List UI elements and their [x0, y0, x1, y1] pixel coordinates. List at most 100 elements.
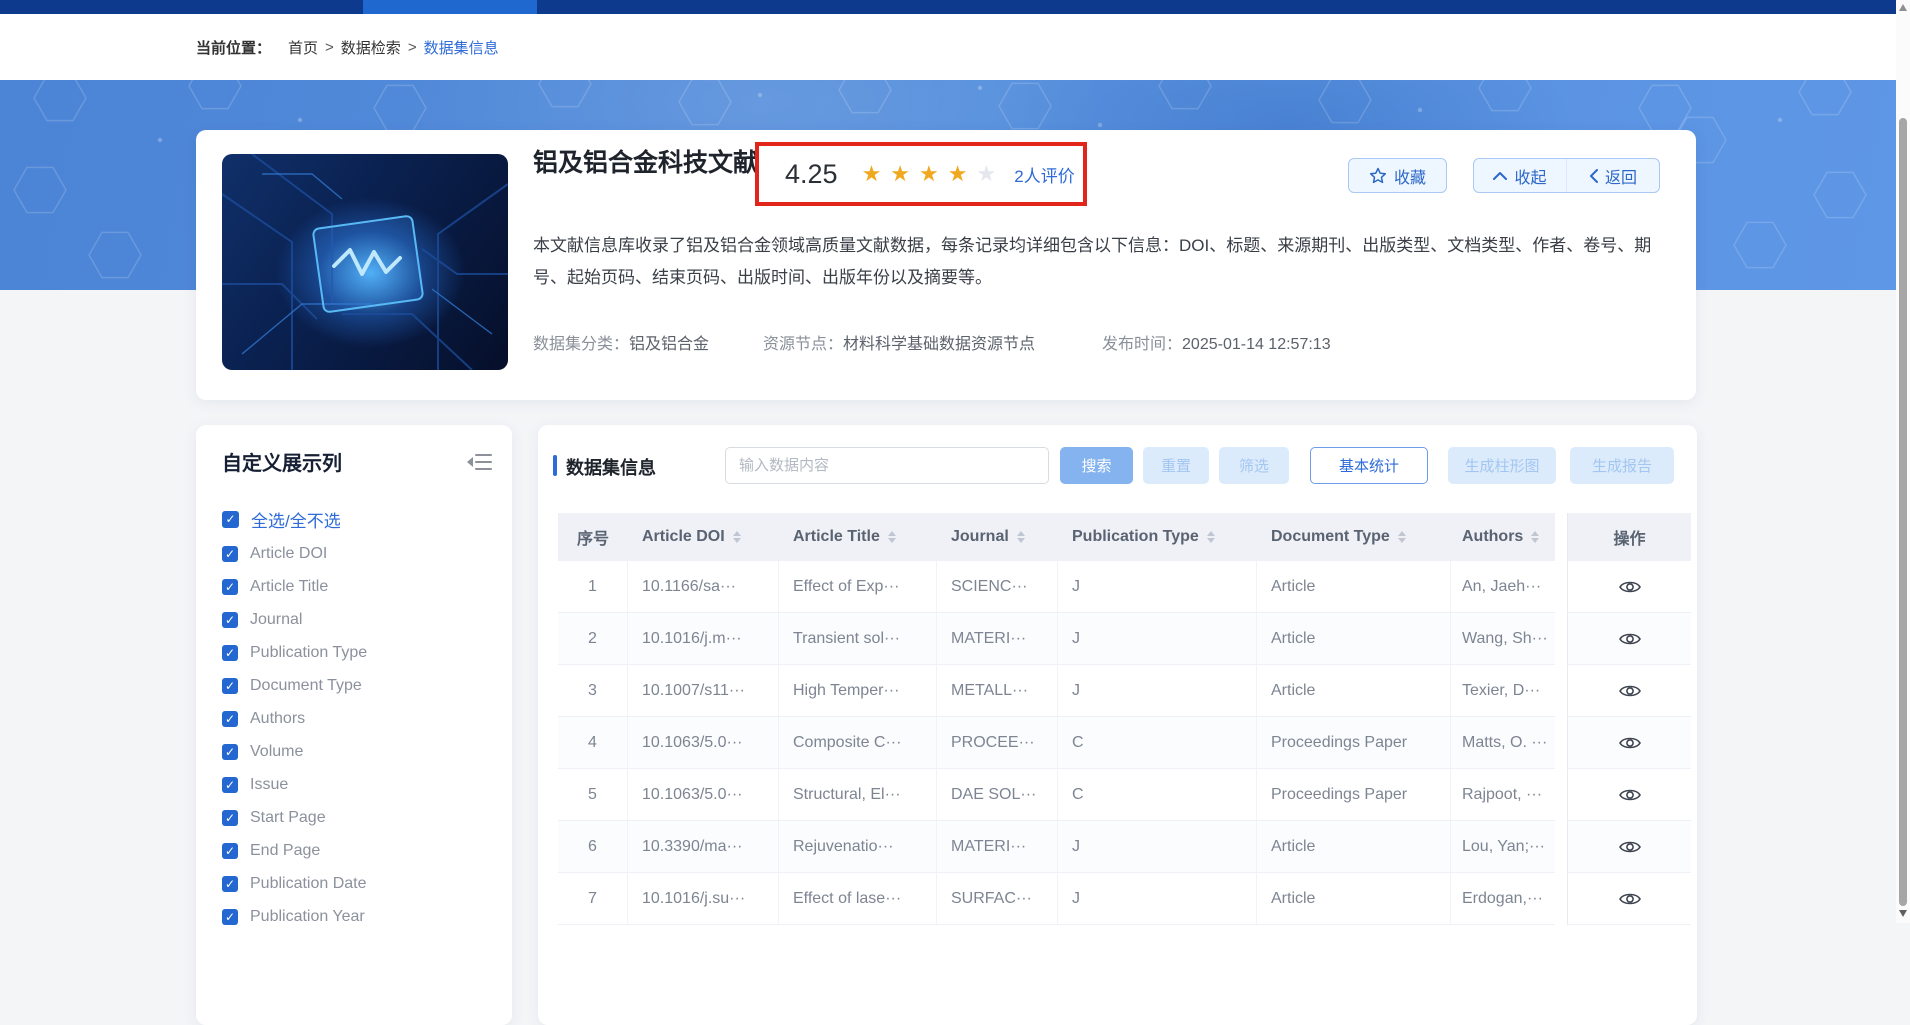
back-button[interactable]: 返回: [1566, 159, 1659, 192]
column-checkbox-item[interactable]: ✓ Authors: [222, 702, 496, 735]
breadcrumb-label: 当前位置：: [196, 37, 271, 58]
view-row-button[interactable]: [1567, 561, 1691, 613]
checkbox-checked-icon[interactable]: ✓: [222, 612, 238, 628]
sort-icon: [1531, 531, 1539, 543]
rating-star-icon[interactable]: ★: [862, 163, 882, 185]
checkbox-checked-icon[interactable]: ✓: [222, 645, 238, 661]
view-eye-icon: [1618, 682, 1642, 700]
search-input[interactable]: [725, 447, 1049, 484]
scrollbar-thumb[interactable]: [1899, 118, 1907, 906]
fixed-column-gutter: [1555, 561, 1567, 613]
dataset-meta-row: 数据集分类：铝及铝合金 资源节点：材料科学基础数据资源节点 发布时间：2025-…: [196, 331, 1696, 359]
column-header-journal[interactable]: Journal: [937, 513, 1058, 561]
column-header-publication-type[interactable]: Publication Type: [1058, 513, 1257, 561]
cell-authors: Matts, O. ···: [1451, 717, 1555, 769]
cell-publication-type: J: [1058, 873, 1257, 925]
cell-journal: MATERI···: [937, 613, 1058, 665]
section-title: 数据集信息: [566, 454, 656, 480]
rating-star-icon[interactable]: ★: [948, 163, 968, 185]
cell-document-type: Article: [1257, 613, 1451, 665]
checkbox-checked-icon[interactable]: ✓: [222, 810, 238, 826]
column-header-article-doi[interactable]: Article DOI: [628, 513, 779, 561]
column-checkbox-label: Start Page: [250, 809, 326, 827]
column-checkbox-item[interactable]: ✓ Article Title: [222, 570, 496, 603]
fixed-column-gutter: [1555, 665, 1567, 717]
column-header-article-title[interactable]: Article Title: [779, 513, 937, 561]
breadcrumb-item[interactable]: 首页: [288, 37, 318, 58]
checkbox-checked-icon[interactable]: ✓: [222, 678, 238, 694]
column-checkbox-item[interactable]: ✓ 全选/全不选: [222, 501, 496, 537]
checkbox-checked-icon[interactable]: ✓: [222, 876, 238, 892]
generate-bar-chart-button[interactable]: 生成柱形图: [1448, 447, 1556, 484]
column-checkbox-item[interactable]: ✓ Article DOI: [222, 537, 496, 570]
fixed-column-gutter: [1555, 769, 1567, 821]
column-checkbox-item[interactable]: ✓ Journal: [222, 603, 496, 636]
sort-icon: [1398, 531, 1406, 543]
rating-star-icon[interactable]: ★: [919, 163, 939, 185]
collapse-panel-icon[interactable]: [466, 451, 492, 473]
view-eye-icon: [1618, 786, 1642, 804]
cell-authors: Erdogan,···: [1451, 873, 1555, 925]
rating-reviews-link[interactable]: 2人评价: [1014, 162, 1074, 187]
collapse-button[interactable]: 收起: [1474, 159, 1566, 192]
view-row-button[interactable]: [1567, 717, 1691, 769]
cell-article-doi: 10.3390/ma···: [628, 821, 779, 873]
sort-icon: [1207, 531, 1215, 543]
checkbox-checked-icon[interactable]: ✓: [222, 711, 238, 727]
filter-button[interactable]: 筛选: [1219, 447, 1289, 484]
column-checkbox-item[interactable]: ✓ Publication Type: [222, 636, 496, 669]
column-header-authors[interactable]: Authors: [1451, 513, 1555, 561]
cell-authors: Rajpoot, ···: [1451, 769, 1555, 821]
cell-journal: METALL···: [937, 665, 1058, 717]
cell-journal: SCIENC···: [937, 561, 1058, 613]
cell-article-doi: 10.1166/sa···: [628, 561, 779, 613]
favorite-button[interactable]: 收藏: [1348, 158, 1447, 193]
cell-authors: Wang, Sh···: [1451, 613, 1555, 665]
section-accent-bar: [553, 455, 557, 476]
checkbox-checked-icon[interactable]: ✓: [222, 579, 238, 595]
dataset-table: 序号 Article DOI Article Title Journal Pub…: [558, 513, 1691, 925]
view-row-button[interactable]: [1567, 873, 1691, 925]
view-row-button[interactable]: [1567, 821, 1691, 873]
breadcrumb-item[interactable]: 数据集信息: [424, 37, 499, 58]
cell-document-type: Article: [1257, 665, 1451, 717]
cell-article-doi: 10.1016/j.m···: [628, 613, 779, 665]
breadcrumb-item[interactable]: 数据检索: [341, 37, 401, 58]
generate-report-button[interactable]: 生成报告: [1570, 447, 1674, 484]
checkbox-checked-icon[interactable]: ✓: [222, 843, 238, 859]
view-row-button[interactable]: [1567, 665, 1691, 717]
column-checkbox-item[interactable]: ✓ Issue: [222, 768, 496, 801]
rating-star-icon[interactable]: ★: [890, 163, 910, 185]
cell-journal: DAE SOL···: [937, 769, 1058, 821]
table-body: 1 10.1166/sa··· Effect of Exp··· SCIENC·…: [558, 561, 1691, 925]
cell-index: 7: [558, 873, 628, 925]
scrollbar-up-arrow[interactable]: [1899, 4, 1907, 11]
cell-index: 6: [558, 821, 628, 873]
scrollbar-down-arrow[interactable]: [1899, 910, 1907, 917]
rating-star-icon[interactable]: ★: [977, 163, 997, 185]
view-eye-icon: [1618, 578, 1642, 596]
cell-document-type: Article: [1257, 561, 1451, 613]
column-checkbox-item[interactable]: ✓ End Page: [222, 834, 496, 867]
checkbox-checked-icon[interactable]: ✓: [222, 744, 238, 760]
view-eye-icon: [1618, 630, 1642, 648]
view-row-button[interactable]: [1567, 613, 1691, 665]
column-checkbox-item[interactable]: ✓ Publication Year: [222, 900, 496, 933]
column-checkbox-label: Article Title: [250, 578, 328, 596]
breadcrumb-bar: 当前位置：首页>数据检索>数据集信息: [0, 14, 1896, 80]
checkbox-checked-icon[interactable]: ✓: [222, 909, 238, 925]
checkbox-checked-icon[interactable]: ✓: [222, 777, 238, 793]
column-checkbox-item[interactable]: ✓ Document Type: [222, 669, 496, 702]
sort-icon: [1017, 531, 1025, 543]
column-header-document-type[interactable]: Document Type: [1257, 513, 1451, 561]
reset-button[interactable]: 重置: [1143, 447, 1209, 484]
search-button[interactable]: 搜索: [1060, 447, 1133, 484]
column-checkbox-item[interactable]: ✓ Volume: [222, 735, 496, 768]
checkbox-checked-icon[interactable]: ✓: [222, 511, 239, 528]
column-checkbox-item[interactable]: ✓ Publication Date: [222, 867, 496, 900]
cell-article-title: Composite C···: [779, 717, 937, 769]
basic-statistics-button[interactable]: 基本统计: [1310, 447, 1428, 484]
view-row-button[interactable]: [1567, 769, 1691, 821]
column-checkbox-item[interactable]: ✓ Start Page: [222, 801, 496, 834]
checkbox-checked-icon[interactable]: ✓: [222, 546, 238, 562]
